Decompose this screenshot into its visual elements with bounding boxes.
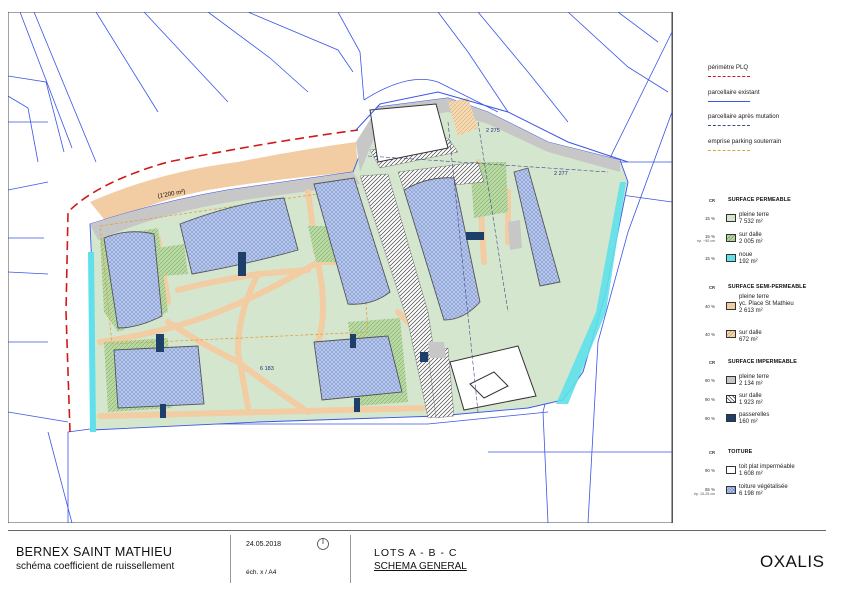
legend-parking-line [708, 150, 750, 151]
coef: 90 % [704, 468, 715, 473]
swatch-semi-pleine-terre [726, 302, 736, 310]
coef: 15 % ép. ~50 cm [697, 234, 715, 243]
drawing-sheet: (1'200 m²) 2 275 2 277 6 183 périmètre P… [0, 0, 842, 595]
parcel-2277-label: 2 277 [554, 171, 568, 177]
category-permeable-title: SURFACE PERMEABLE [728, 197, 791, 203]
legend-item: pleine terre 2 134 m² [739, 374, 770, 387]
coef: 40 % [704, 304, 715, 309]
swatch-toit-plat [726, 466, 736, 474]
legend-parking-label: emprise parking souterrain [708, 138, 782, 145]
swatch-passerelles [726, 414, 736, 422]
swatch-imper-sur-dalle [726, 395, 736, 403]
swatch-semi-sur-dalle [726, 330, 736, 338]
divider [350, 535, 351, 583]
schema-label: SCHEMA GENERAL [374, 561, 467, 572]
lots-label: LOTS A - B - C [374, 547, 458, 559]
coef: 90 % [704, 378, 715, 383]
category-impermeable-title: SURFACE IMPERMEABLE [728, 359, 797, 365]
coef: 15 % [704, 256, 715, 261]
coef: 65 % ép. 15-25 cm [694, 487, 715, 496]
swatch-imper-pleine-terre [726, 376, 736, 384]
legend-perimetre-label: périmètre PLQ [708, 64, 749, 71]
category-toiture-title: TOITURE [728, 449, 753, 455]
legend-parcellaire-line [708, 101, 750, 102]
north-arrow-icon [317, 538, 329, 550]
legend-mutation-label: parcellaire après mutation [708, 113, 780, 120]
coef: 90 % [704, 416, 715, 421]
site-plan: (1'200 m²) 2 275 2 277 6 183 [8, 12, 672, 523]
legend-item: noue 192 m² [739, 252, 758, 265]
legend-item: passerelles 160 m² [739, 412, 770, 425]
project-subtitle: schéma coefficient de ruissellement [16, 561, 175, 572]
coef: 15 % [704, 216, 715, 221]
drawing-date: 24.05.2018 [246, 541, 282, 548]
swatch-noue [726, 254, 736, 262]
drawing-scale: éch. x / A4 [246, 569, 277, 576]
swatch-toiture-vegetalisee [726, 486, 736, 494]
project-name: BERNEX SAINT MATHIEU [16, 545, 173, 559]
cr-heading: CR [709, 198, 716, 203]
cr-heading: CR [709, 360, 716, 365]
category-semi-permeable-title: SURFACE SEMI-PERMEABLE [728, 284, 807, 290]
legend-item: sur dalle 1 923 m² [739, 393, 763, 406]
title-block: BERNEX SAINT MATHIEU schéma coefficient … [8, 530, 826, 586]
cr-heading: CR [709, 450, 716, 455]
swatch-sur-dalle-green [726, 234, 736, 242]
legend-panel: périmètre PLQ parcellaire existant parce… [672, 12, 829, 523]
legend-parcellaire-label: parcellaire existant [708, 89, 760, 96]
coef: 40 % [704, 332, 715, 337]
swatch-pleine-terre [726, 214, 736, 222]
firm-name: OXALIS [760, 552, 825, 571]
parcel-2275-label: 2 275 [486, 128, 500, 134]
legend-item: pleine terre 7 532 m² [739, 212, 770, 225]
legend-item: sur dalle 672 m² [739, 330, 762, 343]
legend-item: pleine terre yc. Place St Mathieu 2 613 m… [739, 294, 794, 314]
cr-heading: CR [709, 285, 716, 290]
legend-perimetre-line [708, 76, 750, 77]
parcel-6183-label: 6 183 [260, 366, 274, 372]
coef: 90 % [704, 397, 715, 402]
legend-item: toiture végétalisée 6 198 m² [739, 484, 788, 497]
divider [230, 535, 231, 583]
legend-item: sur dalle 2 005 m² [739, 232, 763, 245]
legend-item: toit plat imperméable 1 608 m² [739, 464, 795, 477]
legend-mutation-line [708, 125, 750, 126]
